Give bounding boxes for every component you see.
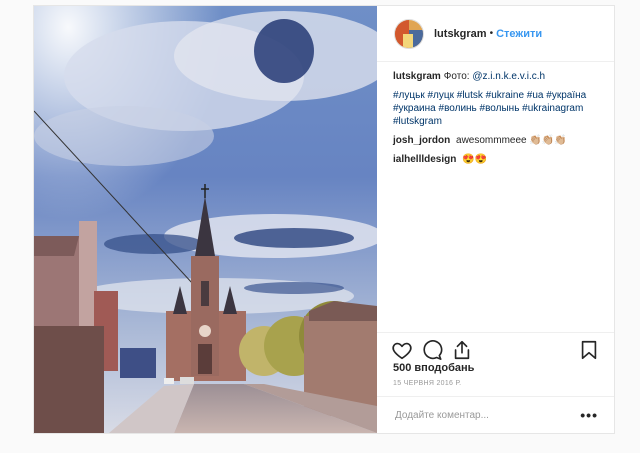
- heart-icon[interactable]: [391, 339, 413, 361]
- actions-bar: [377, 332, 614, 363]
- caption: lutskgram Фото: @z.i.n.k.e.v.i.c.h: [393, 70, 604, 83]
- caption-mention[interactable]: @z.i.n.k.e.v.i.c.h: [472, 71, 545, 82]
- comment-icon[interactable]: [421, 339, 443, 361]
- post-sidebar: lutskgram • Стежити lutskgram Фото: @z.i.…: [377, 6, 614, 433]
- post-card: lutskgram • Стежити lutskgram Фото: @z.i.…: [33, 5, 615, 434]
- comment-text: awesommmeee 👏🏼👏🏼👏🏼: [456, 135, 567, 146]
- comment-input[interactable]: [393, 408, 581, 422]
- follow-button[interactable]: Стежити: [496, 28, 542, 40]
- bookmark-icon[interactable]: [578, 339, 600, 361]
- add-comment-bar: •••: [377, 396, 614, 433]
- caption-hashtags[interactable]: #луцьк #луцк #lutsk #ukraine #ua #україн…: [393, 89, 604, 128]
- comment-username[interactable]: ialhellldesign: [393, 154, 456, 165]
- post-header: lutskgram • Стежити: [377, 6, 614, 62]
- church-photo-illustration: [34, 6, 377, 433]
- comment-text: 😍😍: [462, 154, 488, 165]
- avatar[interactable]: [394, 18, 424, 49]
- share-icon[interactable]: [451, 339, 473, 361]
- post-photo[interactable]: [34, 6, 377, 433]
- header-separator: •: [489, 28, 494, 39]
- comment-username[interactable]: josh_jordon: [393, 135, 450, 146]
- list-item: ialhellldesign 😍😍: [393, 153, 604, 166]
- caption-username[interactable]: lutskgram: [393, 71, 441, 82]
- more-options-icon[interactable]: •••: [580, 407, 598, 423]
- header-username[interactable]: lutskgram: [434, 28, 487, 40]
- list-item: josh_jordon awesommmeee 👏🏼👏🏼👏🏼: [393, 134, 604, 147]
- caption-text: Фото:: [443, 71, 473, 82]
- comments-section: lutskgram Фото: @z.i.n.k.e.v.i.c.h #луцьк…: [393, 70, 604, 172]
- likes-count[interactable]: 500 вподобань: [393, 362, 474, 374]
- post-date[interactable]: 15 ЧЕРВНЯ 2016 Р.: [393, 380, 461, 387]
- avatar-image: [395, 19, 423, 48]
